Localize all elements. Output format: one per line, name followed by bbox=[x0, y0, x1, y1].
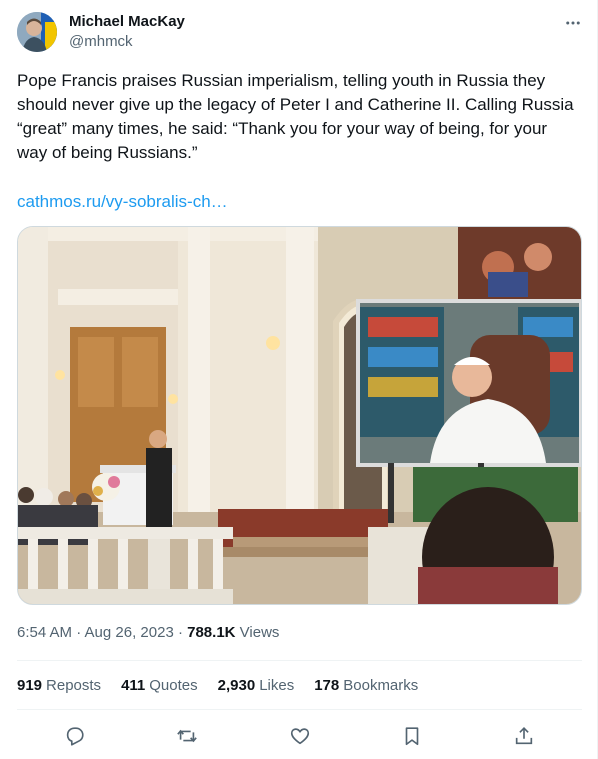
photo-illustration bbox=[18, 227, 581, 604]
more-horizontal-icon bbox=[566, 21, 580, 25]
reply-button[interactable] bbox=[61, 722, 89, 750]
action-bar bbox=[0, 722, 598, 750]
reply-icon bbox=[66, 727, 84, 746]
likes-count: 2,930 bbox=[217, 677, 256, 694]
quotes-count: 411 bbox=[121, 677, 146, 694]
bookmarks-label: Bookmarks bbox=[343, 677, 419, 694]
bookmarks-count: 178 bbox=[314, 677, 340, 694]
bookmark-button[interactable] bbox=[398, 722, 426, 750]
tweet-meta: 6:54 AM · Aug 26, 2023 · 788.1K Views bbox=[17, 623, 279, 643]
bookmark-icon bbox=[405, 727, 419, 746]
tweet-text-line: should never give up the legacy of Peter… bbox=[17, 95, 574, 114]
tweet-timestamp[interactable]: 6:54 AM · Aug 26, 2023 · bbox=[17, 624, 187, 641]
share-icon bbox=[515, 727, 533, 745]
quotes-stat[interactable]: 411 Quotes bbox=[121, 676, 198, 696]
views-count: 788.1K bbox=[187, 624, 236, 641]
author-handle[interactable]: @mhmck bbox=[69, 33, 133, 51]
reposts-count: 919 bbox=[17, 677, 43, 694]
reposts-stat[interactable]: 919 Reposts bbox=[17, 676, 101, 696]
reposts-label: Reposts bbox=[46, 677, 102, 694]
divider bbox=[17, 660, 582, 661]
tweet-text-line: way of being Russians.” bbox=[17, 143, 198, 162]
likes-label: Likes bbox=[259, 677, 295, 694]
engagement-stats: 919 Reposts 411 Quotes 2,930 Likes 178 Bookm… bbox=[17, 676, 438, 696]
repost-button[interactable] bbox=[173, 722, 201, 750]
more-options-button[interactable] bbox=[560, 10, 586, 36]
tweet-text-line: Pope Francis praises Russian imperialism… bbox=[17, 71, 546, 90]
tweet-text: Pope Francis praises Russian imperialism… bbox=[17, 69, 577, 165]
like-button[interactable] bbox=[286, 722, 314, 750]
tweet-card: Michael MacKay @mhmck Pope Francis prais… bbox=[0, 0, 598, 759]
tweet-link[interactable]: cathmos.ru/vy-sobralis-ch… bbox=[17, 190, 228, 214]
like-icon bbox=[290, 728, 310, 745]
divider bbox=[17, 709, 582, 710]
quotes-label: Quotes bbox=[149, 677, 198, 694]
views-label: Views bbox=[235, 624, 280, 641]
likes-stat[interactable]: 2,930 Likes bbox=[218, 676, 295, 696]
bookmarks-stat[interactable]: 178 Bookmarks bbox=[314, 676, 418, 696]
repost-icon bbox=[177, 729, 197, 743]
tweet-text-line: “great” many times, he said: “Thank you … bbox=[17, 119, 548, 138]
tweet-photo[interactable] bbox=[17, 226, 582, 605]
avatar-image bbox=[17, 12, 57, 52]
avatar[interactable] bbox=[17, 12, 57, 52]
author-name[interactable]: Michael MacKay bbox=[69, 13, 185, 31]
share-button[interactable] bbox=[510, 722, 538, 750]
